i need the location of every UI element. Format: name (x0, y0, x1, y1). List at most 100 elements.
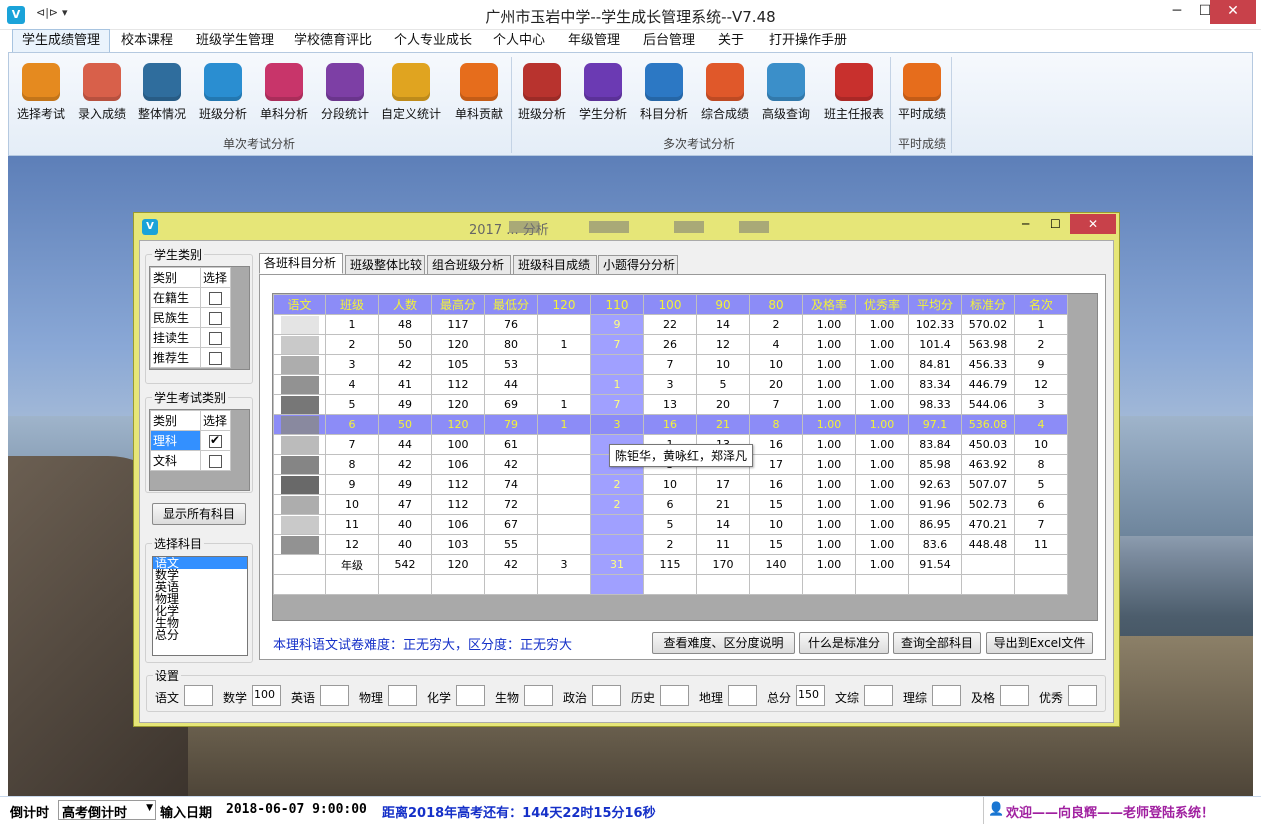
student-analysis-button[interactable]: 学生分析 (573, 63, 633, 122)
tab-class-subject-analysis[interactable]: 各班科目分析 (259, 253, 343, 274)
table-row[interactable] (273, 574, 1068, 595)
setting-input[interactable] (388, 685, 417, 706)
table-row[interactable]: 2 50 120 80 1 7 26 12 4 1.00 1.00 101.4 563.98 2 (273, 334, 1068, 355)
table-row[interactable]: 10 47 112 72 2 6 21 15 1.00 1.00 91.96 502.73 6 (273, 494, 1068, 515)
grid-header-cell[interactable]: 最高分 (431, 294, 485, 315)
combined-scores-button[interactable]: 综合成绩 (695, 63, 755, 122)
table-row[interactable]: 1 48 117 76 9 22 14 2 1.00 1.00 102.33 570.02 1 (273, 314, 1068, 335)
tab-question-score-analysis[interactable]: 小题得分分析 (598, 255, 678, 275)
table-cell (855, 574, 909, 595)
segment-stats-button[interactable]: 分段统计 (315, 63, 375, 122)
select-exam-button[interactable]: 选择考试 (11, 63, 71, 122)
grid-header-cell[interactable]: 优秀率 (855, 294, 909, 315)
grid-header-cell[interactable]: 人数 (378, 294, 432, 315)
setting-input[interactable] (864, 685, 893, 706)
setting-input[interactable] (1068, 685, 1097, 706)
menu-item-score-management[interactable]: 学生成绩管理 (12, 29, 111, 53)
grid-header-cell[interactable]: 标准分 (961, 294, 1015, 315)
dialog-minimize-icon[interactable]: ─ (1022, 217, 1029, 231)
class-analysis-button[interactable]: 班级分析 (193, 63, 253, 122)
student-type-checkbox[interactable] (209, 351, 222, 365)
grid-header-cell[interactable]: 120 (537, 294, 591, 315)
exam-type-row-science[interactable]: 理科 (150, 430, 201, 451)
table-cell: 10 (643, 474, 697, 495)
subject-listbox[interactable]: 语文 数学 英语 物理 化学 生物 总分 (152, 556, 248, 656)
custom-stats-button[interactable]: 自定义统计 (381, 63, 441, 122)
menu-item-school-courses[interactable]: 校本课程 (121, 30, 173, 52)
daily-scores-button[interactable]: 平时成绩 (892, 63, 952, 122)
grid-header-cell[interactable]: 90 (696, 294, 750, 315)
setting-input[interactable] (728, 685, 757, 706)
setting-input[interactable] (320, 685, 349, 706)
show-all-subjects-button[interactable]: 显示所有科目 (152, 503, 246, 525)
menu-item-moral-evaluation[interactable]: 学校德育评比 (294, 30, 372, 52)
settings-legend: 设置 (155, 669, 180, 683)
setting-input[interactable] (1000, 685, 1029, 706)
exam-type-row-arts[interactable]: 文科 (150, 450, 201, 471)
menu-item-professional-growth[interactable]: 个人专业成长 (394, 30, 472, 52)
multi-class-analysis-button[interactable]: 班级分析 (512, 63, 572, 122)
grid-header-cell[interactable]: 80 (749, 294, 803, 315)
overall-situation-button[interactable]: 整体情况 (132, 63, 192, 122)
menu-item-about[interactable]: 关于 (718, 30, 744, 52)
menu-item-grade-management[interactable]: 年级管理 (568, 30, 620, 52)
menu-item-admin[interactable]: 后台管理 (643, 30, 695, 52)
grid-header-cell[interactable]: 110 (590, 294, 644, 315)
enter-scores-button[interactable]: 录入成绩 (72, 63, 132, 122)
export-excel-button[interactable]: 导出到Excel文件 (986, 632, 1093, 654)
subject-list-item[interactable]: 总分 (153, 629, 247, 641)
table-row[interactable]: 9 49 112 74 2 10 17 16 1.00 1.00 92.63 507.07 5 (273, 474, 1068, 495)
date-input[interactable]: 2018-06-07 9:00:00 (224, 800, 374, 820)
grid-header-cell[interactable]: 100 (643, 294, 697, 315)
grid-header-cell[interactable]: 班级 (325, 294, 379, 315)
setting-input[interactable] (524, 685, 553, 706)
grid-header-cell[interactable]: 及格率 (802, 294, 856, 315)
tab-class-subject-scores[interactable]: 班级科目成绩 (513, 255, 597, 275)
student-type-checkbox[interactable] (209, 291, 222, 305)
table-row[interactable]: 6 50 120 79 1 3 16 21 8 1.00 1.00 97.1 536.08 4 (273, 414, 1068, 435)
exam-type-checkbox-science[interactable] (209, 433, 222, 448)
close-icon[interactable]: ✕ (1210, 0, 1256, 24)
countdown-select[interactable]: 高考倒计时 ▼ (58, 800, 156, 821)
download-icon (22, 63, 60, 101)
difficulty-explanation-button[interactable]: 查看难度、区分度说明 (652, 632, 795, 654)
grid-header-cell[interactable]: 名次 (1014, 294, 1068, 315)
grid-header-cell[interactable]: 最低分 (484, 294, 538, 315)
tab-combined-class-analysis[interactable]: 组合班级分析 (427, 255, 511, 275)
table-row[interactable]: 3 42 105 53 7 10 10 1.00 1.00 84.81 456.33 9 (273, 354, 1068, 375)
table-cell: 7 (590, 394, 644, 415)
student-type-checkbox[interactable] (209, 331, 222, 345)
query-all-subjects-button[interactable]: 查询全部科目 (893, 632, 981, 654)
grid-header-cell[interactable]: 平均分 (908, 294, 962, 315)
table-cell: 67 (484, 514, 538, 535)
menu-item-open-manual[interactable]: 打开操作手册 (769, 30, 847, 52)
single-subject-analysis-button[interactable]: 单科分析 (254, 63, 314, 122)
setting-input[interactable]: 150 (796, 685, 825, 706)
setting-input[interactable] (660, 685, 689, 706)
what-is-standard-score-button[interactable]: 什么是标准分 (799, 632, 889, 654)
student-type-checkbox[interactable] (209, 311, 222, 325)
exam-type-checkbox-arts[interactable] (209, 454, 222, 468)
advanced-query-button[interactable]: 高级查询 (756, 63, 816, 122)
setting-input[interactable] (932, 685, 961, 706)
table-row[interactable]: 年级 542 120 42 3 31 115 170 140 1.00 1.00 91.54 (273, 554, 1068, 575)
tab-class-overall-comparison[interactable]: 班级整体比较 (345, 255, 425, 275)
chevron-down-icon[interactable]: ▼ (146, 803, 153, 813)
menu-item-class-students[interactable]: 班级学生管理 (196, 30, 274, 52)
setting-input[interactable] (184, 685, 213, 706)
head-teacher-report-button[interactable]: 班主任报表 (824, 63, 884, 122)
table-row[interactable]: 11 40 106 67 5 14 10 1.00 1.00 86.95 470.21 7 (273, 514, 1068, 535)
teacher-photo-cell (273, 354, 326, 375)
table-row[interactable]: 12 40 103 55 2 11 15 1.00 1.00 83.6 448.48 11 (273, 534, 1068, 555)
setting-input[interactable]: 100 (252, 685, 281, 706)
grid-header-cell[interactable]: 语文 (273, 294, 326, 315)
subject-contribution-button[interactable]: 单科贡献 (449, 63, 509, 122)
setting-input[interactable] (456, 685, 485, 706)
menu-item-personal-center[interactable]: 个人中心 (493, 30, 545, 52)
table-row[interactable]: 4 41 112 44 1 3 5 20 1.00 1.00 83.34 446.79 12 (273, 374, 1068, 395)
dialog-maximize-icon[interactable]: ☐ (1050, 217, 1061, 231)
table-row[interactable]: 5 49 120 69 1 7 13 20 7 1.00 1.00 98.33 544.06 3 (273, 394, 1068, 415)
setting-input[interactable] (592, 685, 621, 706)
dialog-close-icon[interactable]: ✕ (1070, 214, 1116, 234)
subject-analysis-button[interactable]: 科目分析 (634, 63, 694, 122)
